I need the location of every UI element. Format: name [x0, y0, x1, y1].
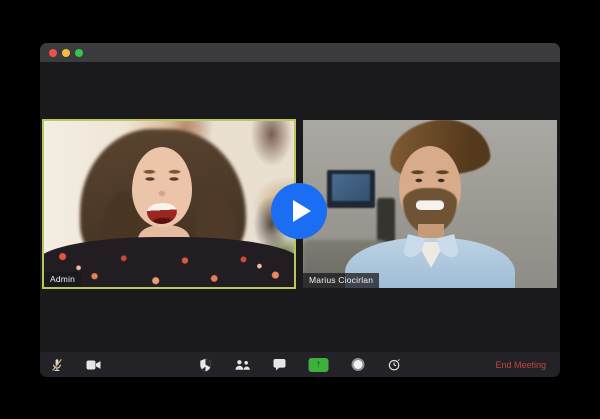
chat-bubble-icon [273, 359, 286, 371]
shield-icon [200, 358, 211, 371]
participants-icon [235, 359, 250, 370]
record-icon [351, 358, 364, 371]
video-camera-icon [86, 360, 100, 369]
share-screen-icon: ↑ [316, 358, 321, 370]
reactions-button[interactable] [387, 352, 403, 377]
share-screen-button[interactable]: ↑ [308, 357, 329, 372]
scene-art-monitor-screen [332, 174, 370, 201]
mic-muted-icon [52, 358, 62, 371]
end-meeting-button[interactable]: End Meeting [495, 352, 546, 377]
meeting-toolbar: ↑ End Meeting [40, 352, 560, 377]
close-window-button[interactable] [49, 48, 57, 57]
titlebar [40, 43, 560, 62]
toolbar-center-group: ↑ [198, 352, 403, 377]
participants-button[interactable] [235, 352, 251, 377]
minimize-window-button[interactable] [62, 48, 70, 57]
start-video-button[interactable] [85, 352, 101, 377]
video-tile-admin: Admin [42, 119, 296, 289]
video-tile-marius: Marius Ciocirlan [303, 120, 557, 288]
zoom-window-button[interactable] [75, 48, 83, 57]
play-icon [292, 200, 311, 222]
chat-button[interactable] [272, 352, 288, 377]
toolbar-left-group [49, 352, 101, 377]
mute-button[interactable] [49, 352, 65, 377]
video-feed-admin [44, 121, 294, 287]
record-button[interactable] [350, 352, 366, 377]
participant-name-tag: Marius Ciocirlan [303, 272, 380, 288]
screenshot-background: Admin Marius Ciocirlan ↑ End Meeting [0, 0, 600, 419]
participant-name-tag: Admin [44, 271, 82, 287]
scene-art-smile [416, 200, 444, 210]
clock-icon [388, 358, 400, 370]
video-feed-marius [303, 120, 557, 288]
security-button[interactable] [198, 352, 214, 377]
play-button[interactable] [271, 183, 327, 239]
